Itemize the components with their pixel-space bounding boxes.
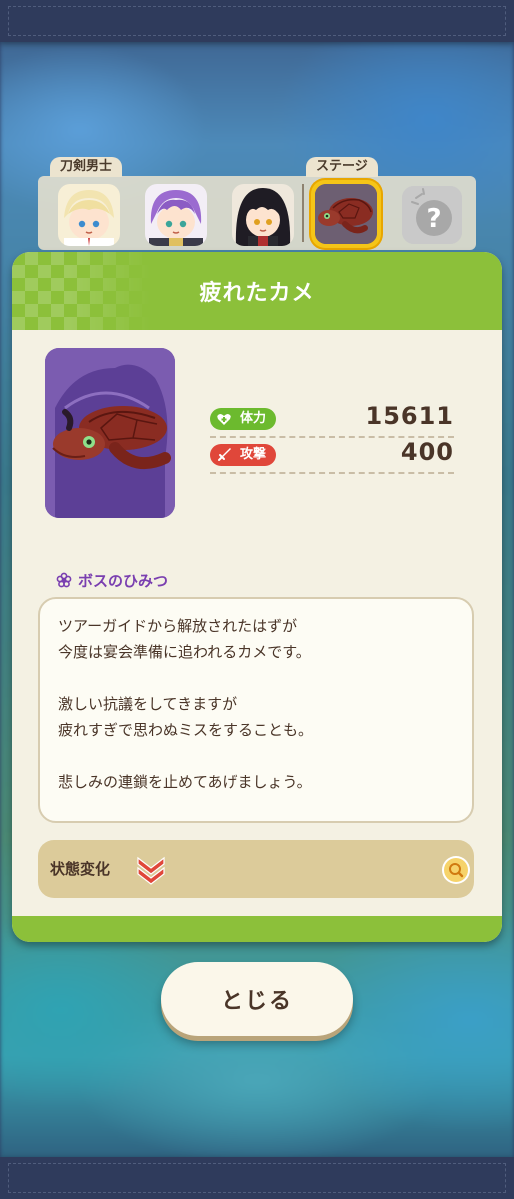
attack-label: 攻撃 [240,447,267,462]
boss-secret-heading: ボスのひみつ [56,570,168,591]
attack-badge: 攻撃 [210,444,277,466]
attack-value: 400 [400,438,454,466]
tab-divider [302,184,304,242]
status-change-box: 状態変化 [38,840,474,898]
bottom-bar [0,1157,514,1199]
status-change-label: 状態変化 [50,860,111,878]
magnifier-button[interactable] [444,858,468,882]
search-icon [449,863,464,878]
sword-icon [218,448,231,461]
description-line: 悲しみの連鎖を止めてあげましょう。 [58,773,312,791]
attack-row: 攻撃 400 [210,438,454,474]
hp-value: 15611 [365,402,454,430]
boss-info-panel: 疲れたカメ 体力 15611 攻撃 400 ボスのひみつ ツアーガイドから解放さ… [12,252,502,942]
turtle-stage-icon[interactable] [311,180,381,248]
hp-badge: 体力 [210,408,277,430]
description-line: ツアーガイドから解放されたはずが [58,617,298,635]
heart-plus-icon [217,414,231,425]
debuff-chevron-icon [137,856,165,885]
boss-turtle-image [45,348,175,518]
tab-stage[interactable]: ステージ [306,157,378,177]
character-black-hair-icon[interactable] [232,184,294,246]
description-line: 激しい抗議をしてきますが [58,695,238,713]
top-bar [0,0,514,42]
boss-description-box: ツアーガイドから解放されたはずが 今度は宴会準備に追われるカメです。 激しい抗議… [38,597,474,823]
hp-row: 体力 15611 [210,402,454,438]
character-purple-hair-icon[interactable] [145,184,207,246]
question-mark-locked-icon: ? [402,186,462,244]
description-line: 疲れすぎで思わぬミスをすることも。 [58,721,314,739]
tab-toukendanshi[interactable]: 刀剣男士 [50,157,123,177]
character-blonde-icon[interactable] [58,184,120,246]
flower-icon [56,572,72,588]
panel-footer [12,916,502,942]
description-line: 今度は宴会準備に追われるカメです。 [58,643,311,661]
boss-name: 疲れたカメ [199,281,315,306]
hp-label: 体力 [240,411,267,426]
svg-text:?: ? [426,204,441,234]
boss-secret-title: ボスのひみつ [78,572,169,590]
close-button[interactable]: とじる [161,962,353,1036]
